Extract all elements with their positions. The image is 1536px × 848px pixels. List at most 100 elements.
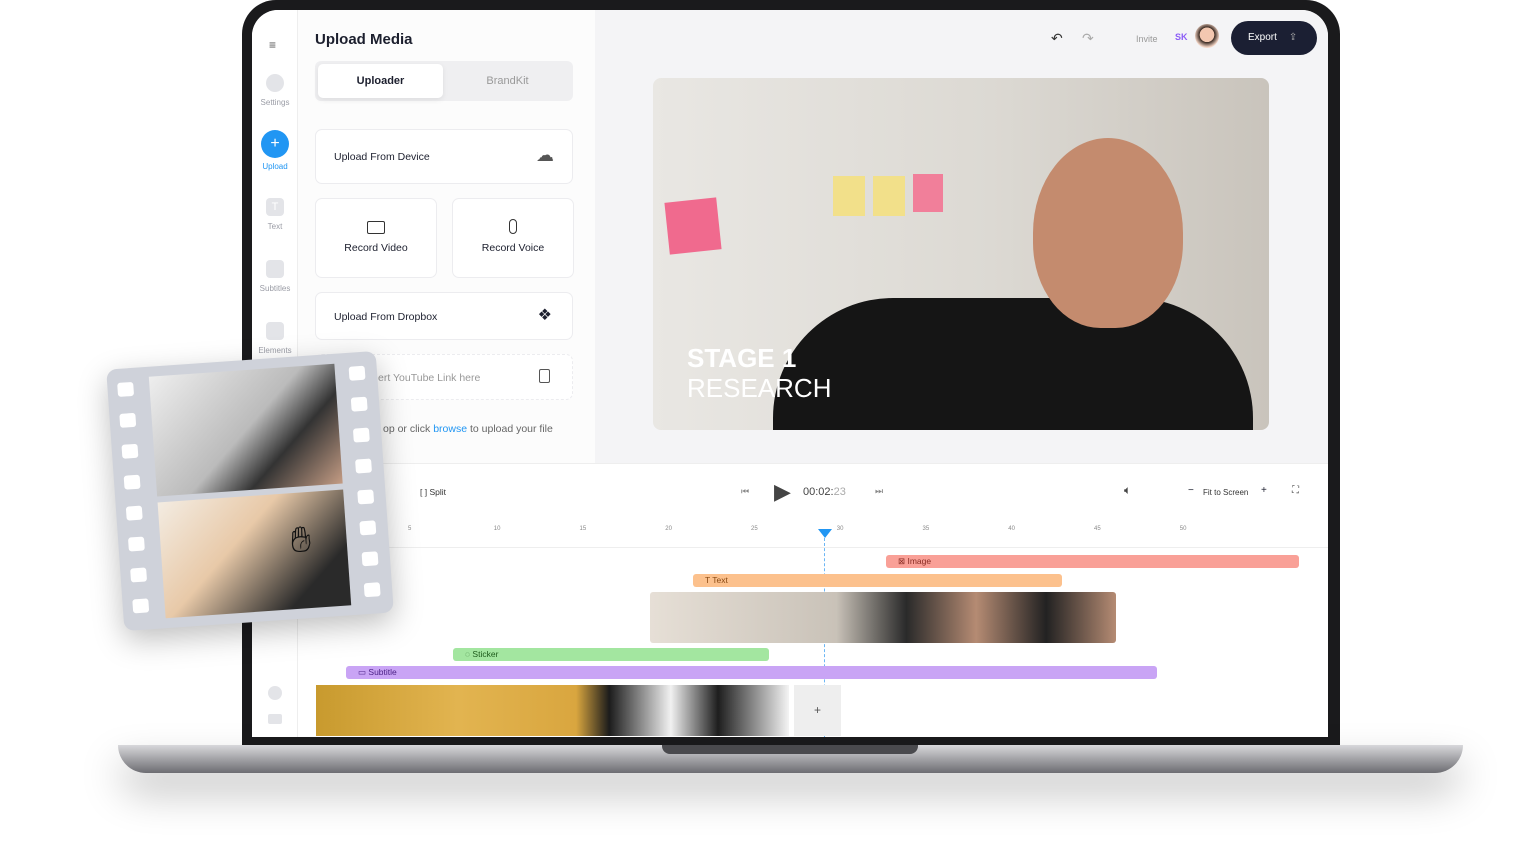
undo-icon[interactable]: ↶ [1051, 30, 1063, 47]
tab-brandkit[interactable]: BrandKit [445, 64, 570, 98]
sidebar-label: Subtitles [259, 284, 291, 293]
title-overlay-line1: STAGE 1 [687, 343, 797, 373]
microphone-icon [509, 219, 517, 234]
film-hole [117, 381, 135, 397]
ruler-tick-label: 45 [1094, 526, 1101, 532]
split-button[interactable]: [ ] Split [420, 487, 446, 497]
fullscreen-icon[interactable]: ⛶ [1292, 485, 1299, 496]
cloud-upload-icon: ☁ [536, 145, 554, 165]
split-label: Split [429, 487, 447, 497]
film-hole [127, 536, 145, 552]
sidebar-item-elements[interactable]: Elements [252, 322, 298, 355]
help-icon[interactable] [268, 686, 282, 700]
panel-tabs: Uploader BrandKit [315, 61, 573, 101]
film-hole [130, 567, 148, 583]
browse-link[interactable]: browse [433, 423, 467, 435]
export-label: Export [1248, 32, 1277, 43]
zoom-in-button[interactable]: + [1261, 485, 1267, 496]
text-track-label: Text [712, 575, 728, 585]
image-track[interactable]: ⊠ Image [886, 555, 1299, 568]
volume-icon[interactable]: 🔈︎ [1124, 483, 1131, 498]
ruler-line [298, 547, 1328, 548]
export-upload-icon: ⇪ [1288, 32, 1298, 43]
upload-from-dropbox-button[interactable]: Upload From Dropbox ❖ [315, 292, 573, 340]
add-clip-button[interactable]: + [794, 685, 841, 736]
fit-to-screen-button[interactable]: Fit to Screen [1203, 488, 1248, 497]
dropbox-label: Upload From Dropbox [334, 311, 438, 323]
person-head [1033, 138, 1183, 328]
title-overlay-line2: RESEARCH [687, 373, 832, 403]
user-avatar[interactable] [1195, 24, 1219, 48]
drop-hint-pre: op or click [383, 423, 431, 435]
settings-icon [266, 74, 284, 92]
sidebar-item-text[interactable]: T Text [252, 198, 298, 231]
upload-from-device-button[interactable]: Upload From Device ☁ [315, 129, 573, 184]
ruler-tick-label: 15 [579, 526, 587, 532]
sidebar-item-settings[interactable]: Settings [252, 74, 298, 107]
video-preview: STAGE 1 RESEARCH [653, 78, 1269, 430]
ruler-tick-label: 40 [1008, 526, 1015, 532]
ruler-tick-label: 5 [408, 526, 412, 532]
subtitle-track[interactable]: ▭ Subtitle [346, 666, 1157, 679]
film-hole [363, 582, 381, 598]
main-video-track[interactable] [316, 685, 789, 736]
record-voice-button[interactable]: Record Voice [452, 198, 574, 278]
time-main: 00:02: [803, 486, 834, 498]
zoom-out-button[interactable]: − [1188, 485, 1194, 496]
ruler-tick-label: 30 [836, 526, 844, 532]
text-icon: T [266, 198, 284, 216]
filmstrip-graphic: ✋︎ [106, 350, 394, 632]
film-hole [350, 396, 368, 412]
film-hole [357, 489, 375, 505]
dropbox-icon: ❖ [537, 307, 552, 324]
film-hole [355, 458, 373, 474]
skip-forward-icon[interactable]: ⏭ [875, 486, 883, 497]
image-track-label: Image [907, 556, 932, 566]
sticker-track[interactable]: ◌ Sticker [453, 648, 769, 661]
ruler-tick-label: 10 [493, 526, 501, 532]
video-clip-track[interactable] [650, 592, 1116, 643]
play-button[interactable]: ▶ [774, 479, 791, 505]
film-hole [348, 365, 366, 381]
record-voice-label: Record Voice [481, 242, 545, 254]
grab-hand-icon: ✋︎ [289, 517, 313, 561]
film-hole [121, 443, 139, 459]
sidebar-item-subtitles[interactable]: Subtitles [252, 260, 298, 293]
record-video-button[interactable]: Record Video [315, 198, 437, 278]
laptop-notch [662, 745, 918, 754]
sticky-note [873, 176, 905, 216]
clipboard-icon[interactable] [539, 369, 550, 383]
film-frame [148, 363, 343, 497]
sidebar-label: Upload [262, 162, 288, 171]
sidebar-item-upload[interactable]: + Upload [252, 130, 298, 171]
film-hole [125, 505, 143, 521]
film-hole [359, 520, 377, 536]
ruler-tick-label: 35 [922, 526, 930, 532]
export-button[interactable]: Export ⇪ [1231, 21, 1317, 55]
ruler-tick-label: 25 [751, 526, 758, 532]
tab-uploader[interactable]: Uploader [318, 64, 443, 98]
timeline: [ ] Split ⏮ ▶ 00:02:23 ⏭ 🔈︎ − Fit to Scr… [298, 463, 1328, 737]
sticky-note [833, 176, 865, 216]
preview-area: ↶ ↷ Invite SK Export ⇪ STAGE 1 RESEARCH [595, 10, 1328, 463]
menu-icon[interactable]: ≡ [269, 38, 276, 52]
upload-plus-icon: + [261, 130, 289, 158]
invite-button[interactable]: Invite [1136, 34, 1158, 44]
playhead-handle[interactable] [818, 529, 832, 538]
sticker-track-label: Sticker [472, 649, 499, 659]
keyboard-icon[interactable] [268, 714, 282, 724]
sticky-note [913, 174, 943, 212]
text-track[interactable]: T Text [693, 574, 1062, 587]
app-screen: ≡ Settings + Upload T Text Subtitles Eleme… [252, 10, 1328, 737]
person-silhouette [773, 298, 1253, 430]
sidebar-label: Elements [258, 346, 292, 355]
ruler-tick-label: 50 [1179, 526, 1187, 532]
redo-icon[interactable]: ↷ [1082, 30, 1094, 47]
user-initials-avatar[interactable]: SK [1175, 32, 1188, 42]
upload-device-label: Upload From Device [334, 151, 430, 163]
split-icon: [ ] [420, 487, 428, 497]
youtube-placeholder: ert YouTube Link here [378, 372, 481, 384]
drop-hint-post: to upload your file [469, 423, 553, 435]
skip-back-icon[interactable]: ⏮ [741, 486, 749, 497]
film-hole [119, 412, 137, 428]
